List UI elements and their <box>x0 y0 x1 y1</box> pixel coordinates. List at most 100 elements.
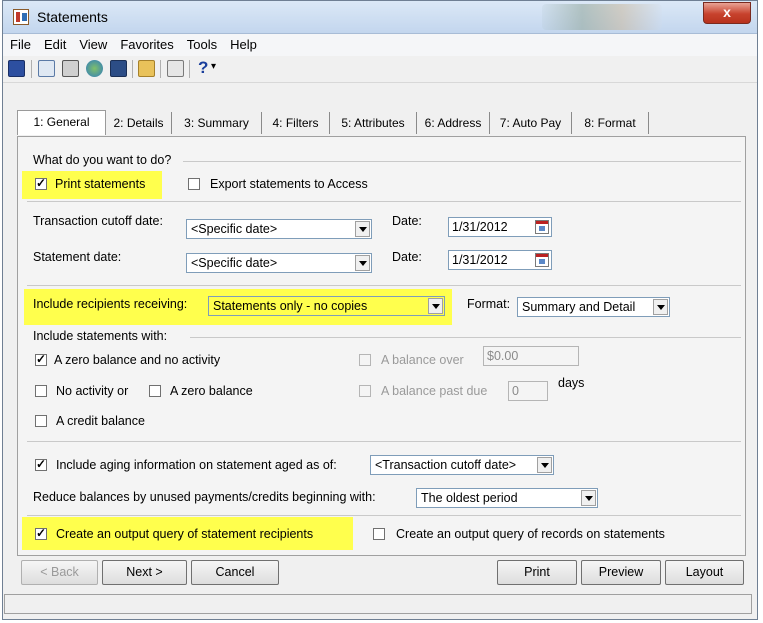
print-button[interactable]: Print <box>497 560 577 585</box>
folder-icon[interactable] <box>138 60 155 77</box>
statement-date-combo[interactable]: <Specific date> <box>186 253 372 273</box>
chevron-down-icon[interactable] <box>355 221 370 237</box>
divider <box>27 285 741 286</box>
past-due-value: 0 <box>512 384 519 398</box>
reduce-balances-combo[interactable]: The oldest period <box>416 488 598 508</box>
properties-icon[interactable] <box>167 60 184 77</box>
divider <box>27 441 741 442</box>
tab-filters[interactable]: 4: Filters <box>262 112 330 134</box>
include-aging-label[interactable]: Include aging information on statement a… <box>56 458 337 472</box>
format-label: Format: <box>467 297 511 311</box>
save-icon[interactable] <box>8 60 25 77</box>
divider <box>27 515 741 516</box>
help-icon[interactable]: ? <box>198 58 208 78</box>
transaction-cutoff-date: 1/31/2012 <box>452 220 508 234</box>
app-icon <box>13 9 29 25</box>
status-bar <box>4 594 752 614</box>
balance-over-value: $0.00 <box>487 349 519 363</box>
no-activity-label[interactable]: No activity or <box>56 384 128 398</box>
screen-icon[interactable] <box>110 60 127 77</box>
menu-view[interactable]: View <box>72 34 113 52</box>
chevron-down-icon[interactable] <box>581 490 596 506</box>
export-access-label[interactable]: Export statements to Access <box>210 177 368 191</box>
include-recipients-label: Include recipients receiving: <box>33 297 188 311</box>
print-statements-checkbox[interactable] <box>35 176 47 190</box>
print-preview-icon[interactable] <box>38 60 55 77</box>
output-query-recipients-checkbox[interactable] <box>35 526 47 540</box>
chevron-down-icon[interactable] <box>355 255 370 271</box>
print-statements-label[interactable]: Print statements <box>55 177 145 191</box>
tab-summary[interactable]: 3: Summary <box>172 112 262 134</box>
calendar-icon[interactable] <box>535 220 549 234</box>
statement-date: 1/31/2012 <box>452 253 508 267</box>
transaction-cutoff-label: Transaction cutoff date: <box>33 214 163 228</box>
cancel-button[interactable]: Cancel <box>191 560 279 585</box>
include-aging-checkbox[interactable] <box>35 457 47 471</box>
chevron-down-icon[interactable] <box>537 457 552 473</box>
menu-help[interactable]: Help <box>223 34 263 52</box>
export-access-checkbox[interactable] <box>188 178 200 190</box>
preview-button[interactable]: Preview <box>581 560 661 585</box>
date-label: Date: <box>392 250 422 264</box>
include-recipients-combo[interactable]: Statements only - no copies <box>208 296 445 316</box>
balance-past-due-checkbox[interactable] <box>359 385 371 397</box>
help-dropdown-icon[interactable]: ▾ <box>211 61 216 72</box>
menu-bar: File Edit View Favorites Tools Help <box>3 34 757 56</box>
output-query-records-checkbox[interactable] <box>373 528 385 540</box>
print-icon[interactable] <box>62 60 79 77</box>
format-value: Summary and Detail <box>522 300 636 314</box>
past-due-field[interactable]: 0 <box>508 381 548 401</box>
zero-balance-label[interactable]: A zero balance <box>170 384 253 398</box>
toolbar-separator <box>189 60 190 78</box>
aging-value: <Transaction cutoff date> <box>375 458 517 472</box>
menu-favorites[interactable]: Favorites <box>113 34 179 52</box>
output-query-recipients-label[interactable]: Create an output query of statement reci… <box>56 527 313 541</box>
menu-edit[interactable]: Edit <box>37 34 72 52</box>
toolbar-separator <box>132 60 133 78</box>
transaction-cutoff-combo[interactable]: <Specific date> <box>186 219 372 239</box>
tab-address[interactable]: 6: Address <box>417 112 490 134</box>
calendar-icon[interactable] <box>535 253 549 267</box>
date-label: Date: <box>392 214 422 228</box>
menu-tools[interactable]: Tools <box>180 34 223 52</box>
output-query-records-label[interactable]: Create an output query of records on sta… <box>396 527 665 541</box>
include-statements-label: Include statements with: <box>33 329 168 343</box>
divider <box>190 337 741 338</box>
statement-date-value: <Specific date> <box>191 256 278 270</box>
balance-over-label[interactable]: A balance over <box>381 353 464 367</box>
credit-balance-label[interactable]: A credit balance <box>56 414 145 428</box>
tab-details[interactable]: 2: Details <box>106 112 172 134</box>
zero-balance-checkbox[interactable] <box>149 385 161 397</box>
format-combo[interactable]: Summary and Detail <box>517 297 670 317</box>
tab-format[interactable]: 8: Format <box>572 112 649 134</box>
chevron-down-icon[interactable] <box>653 299 668 315</box>
close-button[interactable]: x <box>703 2 751 24</box>
transaction-cutoff-date-field[interactable]: 1/31/2012 <box>448 217 552 237</box>
chevron-down-icon[interactable] <box>428 298 443 314</box>
credit-balance-checkbox[interactable] <box>35 415 47 427</box>
section-title: What do you want to do? <box>33 153 172 167</box>
transaction-cutoff-value: <Specific date> <box>191 222 278 236</box>
layout-button[interactable]: Layout <box>665 560 744 585</box>
balance-past-due-label[interactable]: A balance past due <box>381 384 487 398</box>
balance-over-field[interactable]: $0.00 <box>483 346 579 366</box>
menu-file[interactable]: File <box>3 34 37 52</box>
aging-combo[interactable]: <Transaction cutoff date> <box>370 455 554 475</box>
zero-balance-no-activity-label[interactable]: A zero balance and no activity <box>54 353 220 367</box>
toolbar-separator <box>160 60 161 78</box>
title-bar[interactable]: Statements x <box>3 1 757 34</box>
next-button[interactable]: Next > <box>102 560 187 585</box>
statement-date-field[interactable]: 1/31/2012 <box>448 250 552 270</box>
window-title: Statements <box>37 9 108 25</box>
toolbar: ? ▾ <box>3 56 757 83</box>
zero-balance-no-activity-checkbox[interactable] <box>35 352 47 366</box>
toolbar-separator <box>31 60 32 78</box>
no-activity-checkbox[interactable] <box>35 385 47 397</box>
tab-general[interactable]: 1: General <box>17 110 106 135</box>
tab-auto-pay[interactable]: 7: Auto Pay <box>490 112 572 134</box>
days-label: days <box>558 376 585 390</box>
globe-icon[interactable] <box>86 60 103 77</box>
balance-over-checkbox[interactable] <box>359 354 371 366</box>
back-button[interactable]: < Back <box>21 560 98 585</box>
tab-attributes[interactable]: 5: Attributes <box>330 112 417 134</box>
